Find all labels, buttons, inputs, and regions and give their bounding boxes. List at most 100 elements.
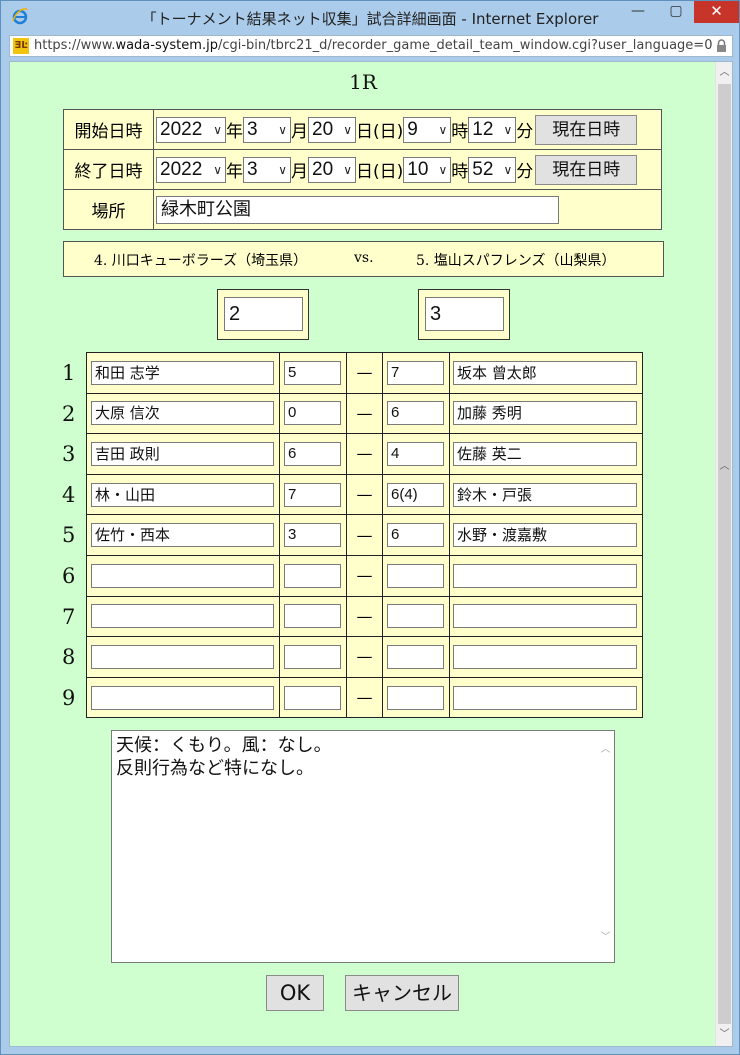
player-left-input[interactable] bbox=[91, 644, 274, 669]
score-left-game-input[interactable]: 6 bbox=[284, 441, 341, 466]
end-minute-select[interactable]: 52 ∨ bbox=[468, 156, 517, 183]
player-right-input[interactable]: 水野・渡嘉敷 bbox=[453, 523, 637, 548]
player-right-input[interactable]: 佐藤 英二 bbox=[453, 441, 637, 466]
scroll-up-icon[interactable]: ︿ bbox=[716, 64, 732, 82]
game-number: 3 bbox=[62, 442, 76, 467]
player-right-input[interactable]: 坂本 曾太郎 bbox=[453, 360, 637, 385]
start-weekday: (日) bbox=[373, 122, 404, 142]
start-day-select[interactable]: 20 ∨ bbox=[308, 116, 356, 143]
game-number: 6 bbox=[62, 564, 76, 588]
player-right-input[interactable] bbox=[453, 604, 637, 629]
score-right-game-input[interactable]: 6(4) bbox=[387, 482, 444, 507]
score-left-box: 2 bbox=[217, 289, 309, 340]
datetime-place-table: 開始日時 2022 ∨ 年 3 ∨ 月 20 ∨ 日(日) 9 ∨ 時 12 ∨ 分現在日時 終了日時 20… bbox=[63, 109, 662, 230]
start-now-button[interactable]: 現在日時 bbox=[535, 114, 638, 145]
player-left-input[interactable]: 吉田 政則 bbox=[91, 441, 274, 466]
scrollbar-thumb[interactable] bbox=[718, 84, 731, 1024]
end-year-select[interactable]: 2022 ∨ bbox=[156, 156, 226, 183]
score-right-game-input[interactable] bbox=[387, 563, 444, 588]
maximize-button[interactable]: ▢ bbox=[661, 1, 691, 23]
chevron-down-icon: ∨ bbox=[438, 122, 448, 137]
place-input[interactable]: 緑木町公園 bbox=[156, 195, 559, 224]
player-right-input[interactable] bbox=[453, 644, 637, 669]
dash-separator: — bbox=[346, 636, 383, 678]
player-left-input[interactable]: 林・山田 bbox=[91, 482, 274, 507]
end-month-select[interactable]: 3 ∨ bbox=[243, 156, 291, 183]
end-hour-select[interactable]: 10 ∨ bbox=[403, 156, 452, 183]
score-right-game-input[interactable]: 7 bbox=[387, 360, 444, 385]
player-left-input[interactable]: 和田 志学 bbox=[91, 360, 274, 385]
score-left-game-input[interactable]: 7 bbox=[284, 482, 341, 507]
game-row: 和田 志学 5—7 坂本 曾太郎 bbox=[86, 352, 643, 394]
game-number: 9 bbox=[62, 685, 76, 710]
dash-separator: — bbox=[346, 473, 383, 516]
game-row: 吉田 政則 6—4 佐藤 英二 bbox=[86, 433, 643, 475]
score-right-game-input[interactable]: 6 bbox=[387, 401, 444, 426]
player-right-input[interactable] bbox=[453, 563, 637, 588]
chevron-down-icon: ∨ bbox=[343, 162, 352, 177]
game-number: 4 bbox=[62, 482, 76, 507]
player-left-input[interactable] bbox=[91, 685, 274, 710]
score-right-game-input[interactable] bbox=[387, 644, 444, 669]
dash-separator: — bbox=[346, 676, 383, 719]
notes-scrollbar[interactable]: ︿ ﹀ bbox=[598, 732, 613, 961]
score-left-input[interactable]: 2 bbox=[224, 297, 303, 331]
vs-label: vs. bbox=[354, 250, 374, 266]
game-row: 大原 信次 0—6 加藤 秀明 bbox=[86, 392, 643, 435]
score-right-box: 3 bbox=[418, 289, 510, 340]
cancel-button[interactable]: キャンセル bbox=[345, 975, 459, 1011]
notes-line: 天候：くもり。風：なし。 bbox=[116, 735, 332, 756]
start-year-select[interactable]: 2022 ∨ bbox=[156, 116, 226, 143]
player-right-input[interactable] bbox=[453, 685, 637, 710]
place-label: 場所 bbox=[63, 189, 154, 230]
end-weekday: (日) bbox=[373, 162, 404, 182]
score-left-game-input[interactable] bbox=[284, 563, 341, 588]
player-left-input[interactable] bbox=[91, 604, 274, 629]
page-scrollbar[interactable]: ︿ ︿ ﹀ bbox=[715, 62, 732, 1046]
score-left-game-input[interactable]: 0 bbox=[284, 401, 341, 426]
scroll-down-icon[interactable]: ﹀ bbox=[716, 1026, 732, 1044]
games-table: 和田 志学 5—7 坂本 曾太郎 大原 信次 0—6 加藤 秀明 吉田 政則 6—4 佐藤 英二… bbox=[86, 352, 643, 719]
minimize-button[interactable]: — bbox=[623, 1, 653, 23]
score-right-game-input[interactable] bbox=[387, 685, 444, 710]
dash-separator: — bbox=[346, 352, 383, 394]
end-now-button[interactable]: 現在日時 bbox=[535, 154, 638, 185]
round-title: 1R bbox=[349, 70, 377, 94]
dash-separator: — bbox=[346, 392, 383, 435]
game-row: — bbox=[86, 554, 643, 597]
game-row: — bbox=[86, 595, 643, 638]
score-left-game-input[interactable] bbox=[284, 644, 341, 669]
score-left-game-input[interactable] bbox=[284, 685, 341, 710]
chevron-down-icon: ∨ bbox=[438, 162, 448, 177]
site-favicon-icon: ƎĿ bbox=[13, 38, 29, 54]
score-left-game-input[interactable]: 3 bbox=[284, 523, 341, 548]
player-right-input[interactable]: 加藤 秀明 bbox=[453, 401, 637, 426]
game-number: 5 bbox=[62, 523, 76, 548]
close-button[interactable]: ✕ bbox=[694, 1, 739, 23]
score-right-game-input[interactable]: 4 bbox=[387, 441, 444, 466]
address-bar[interactable]: ƎĿ https://www.wada-system.jp/cgi-bin/tb… bbox=[9, 35, 733, 57]
score-right-game-input[interactable] bbox=[387, 604, 444, 629]
player-left-input[interactable]: 大原 信次 bbox=[91, 401, 274, 426]
start-hour-select[interactable]: 9 ∨ bbox=[403, 116, 452, 143]
score-right-input[interactable]: 3 bbox=[425, 297, 504, 331]
player-left-input[interactable]: 佐竹・西本 bbox=[91, 523, 274, 548]
start-minute-select[interactable]: 12 ∨ bbox=[468, 116, 517, 143]
notes-textarea[interactable]: 天候：くもり。風：なし。 反則行為など特になし。 ︿ ﹀ bbox=[111, 730, 615, 963]
end-day-select[interactable]: 20 ∨ bbox=[308, 156, 356, 183]
game-row: 林・山田 7—6(4) 鈴木・戸張 bbox=[86, 473, 643, 516]
scroll-down-icon: ﹀ bbox=[600, 932, 611, 943]
chevron-down-icon: ∨ bbox=[278, 162, 287, 177]
player-right-input[interactable]: 鈴木・戸張 bbox=[453, 482, 637, 507]
ok-button[interactable]: OK bbox=[266, 975, 324, 1011]
game-number: 7 bbox=[62, 604, 76, 629]
browser-window: 「トーナメント結果ネット収集」試合詳細画面 - Internet Explore… bbox=[0, 0, 740, 1055]
score-right-game-input[interactable]: 6 bbox=[387, 523, 444, 548]
score-left-game-input[interactable]: 5 bbox=[284, 360, 341, 385]
start-month-select[interactable]: 3 ∨ bbox=[243, 116, 291, 143]
page-viewport: 1R 開始日時 2022 ∨ 年 3 ∨ 月 20 ∨ 日(日) 9 ∨ 時 12 ∨ 分現在日時 終了日時… bbox=[9, 61, 733, 1047]
score-left-game-input[interactable] bbox=[284, 604, 341, 629]
player-left-input[interactable] bbox=[91, 563, 274, 588]
chevron-down-icon: ∨ bbox=[503, 162, 513, 177]
lock-icon bbox=[717, 39, 726, 52]
